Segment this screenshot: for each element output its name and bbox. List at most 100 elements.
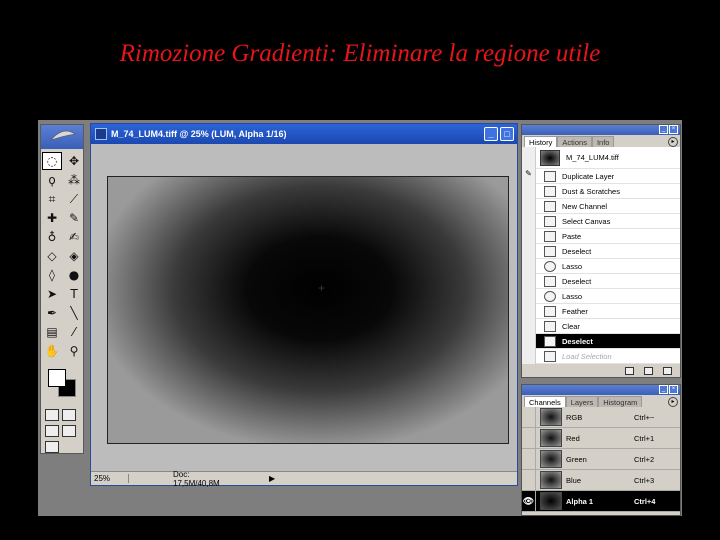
panel-menu-icon[interactable]: ▸ bbox=[668, 137, 678, 147]
channel-thumbnail bbox=[540, 492, 562, 510]
history-state[interactable]: Dust & Scratches bbox=[522, 183, 680, 199]
channel-row[interactable]: 👁 Alpha 1 Ctrl+4 bbox=[522, 491, 680, 512]
snapshot-source-checkbox[interactable] bbox=[522, 146, 536, 169]
history-source-checkbox[interactable] bbox=[522, 333, 536, 349]
panel-minimize-button[interactable]: _ bbox=[659, 385, 668, 394]
history-snapshot[interactable]: M_74_LUM4.tiff bbox=[522, 146, 680, 169]
pen-tool-icon[interactable]: ✒ bbox=[42, 304, 62, 322]
document-titlebar[interactable]: M_74_LUM4.tiff @ 25% (LUM, Alpha 1/16) _… bbox=[91, 124, 517, 144]
visibility-eye-icon[interactable] bbox=[522, 449, 536, 469]
history-source-checkbox[interactable] bbox=[522, 318, 536, 334]
history-brush-source-icon[interactable]: ✎ bbox=[522, 168, 536, 184]
history-source-checkbox[interactable] bbox=[522, 303, 536, 319]
history-step-icon bbox=[544, 275, 556, 287]
history-state[interactable]: Feather bbox=[522, 303, 680, 319]
foreground-color[interactable] bbox=[48, 369, 66, 387]
history-panel-titlebar[interactable]: _ × bbox=[522, 125, 680, 135]
history-state[interactable]: Lasso bbox=[522, 258, 680, 274]
jump-to-imageready-icon[interactable] bbox=[45, 441, 59, 453]
channel-row[interactable]: Blue Ctrl+3 bbox=[522, 470, 680, 491]
history-state[interactable]: ✎ Duplicate Layer bbox=[522, 168, 680, 184]
channel-row[interactable]: Red Ctrl+1 bbox=[522, 428, 680, 449]
quickmask-mode-icon[interactable] bbox=[62, 409, 76, 421]
magic-wand-tool-icon[interactable]: ⁂ bbox=[64, 171, 84, 189]
status-menu-arrow-icon[interactable]: ▶ bbox=[229, 474, 275, 483]
history-source-checkbox[interactable] bbox=[522, 243, 536, 259]
notes-tool-icon[interactable]: ▤ bbox=[42, 323, 62, 341]
line-tool-icon[interactable]: ╲ bbox=[64, 304, 84, 322]
history-source-checkbox[interactable] bbox=[522, 228, 536, 244]
type-tool-icon[interactable]: T bbox=[64, 285, 84, 303]
healing-tool-icon[interactable]: ✚ bbox=[42, 209, 62, 227]
history-state[interactable]: Load Selection bbox=[522, 348, 680, 364]
panel-close-button[interactable]: × bbox=[669, 125, 678, 134]
eyedropper-tool-icon[interactable]: ⁄ bbox=[64, 323, 84, 341]
channel-name: Green bbox=[566, 454, 587, 464]
eraser-tool-icon[interactable]: ◇ bbox=[42, 247, 62, 265]
bucket-tool-icon[interactable]: ◈ bbox=[64, 247, 84, 265]
screen-mode-row bbox=[41, 423, 83, 439]
minimize-button[interactable]: _ bbox=[484, 127, 498, 141]
blur-tool-icon[interactable]: ◊ bbox=[42, 266, 62, 284]
history-brush-tool-icon[interactable]: ✍ bbox=[64, 228, 84, 246]
tab-info[interactable]: Info bbox=[591, 136, 615, 147]
lasso-tool-icon[interactable]: ϙ bbox=[42, 171, 62, 189]
new-document-icon[interactable] bbox=[625, 366, 634, 375]
history-state[interactable]: New Channel bbox=[522, 198, 680, 214]
dodge-tool-icon[interactable]: ● bbox=[64, 266, 84, 284]
crop-tool-icon[interactable]: ⌗ bbox=[42, 190, 62, 208]
panel-minimize-button[interactable]: _ bbox=[659, 125, 668, 134]
fullscreen-mode-icon[interactable] bbox=[62, 425, 76, 437]
tab-layers[interactable]: Layers bbox=[565, 396, 599, 407]
history-source-checkbox[interactable] bbox=[522, 213, 536, 229]
hand-tool-icon[interactable]: ✋ bbox=[42, 342, 62, 360]
channels-panel-titlebar[interactable]: _ × bbox=[522, 385, 680, 395]
history-source-checkbox[interactable] bbox=[522, 258, 536, 274]
marquee-tool-icon[interactable]: ◌ bbox=[42, 152, 62, 170]
channel-shortcut: Ctrl+2 bbox=[634, 454, 655, 464]
history-state[interactable]: Lasso bbox=[522, 288, 680, 304]
color-swatches[interactable] bbox=[43, 367, 81, 403]
standard-mode-icon[interactable] bbox=[45, 409, 59, 421]
photoshop-doc-icon bbox=[95, 128, 107, 140]
history-state[interactable]: Deselect bbox=[522, 273, 680, 289]
zoom-tool-icon[interactable]: ⚲ bbox=[64, 342, 84, 360]
brush-tool-icon[interactable]: ✎ bbox=[64, 209, 84, 227]
history-source-checkbox[interactable] bbox=[522, 348, 536, 364]
camera-snapshot-icon[interactable] bbox=[644, 366, 653, 375]
history-state[interactable]: Deselect bbox=[522, 243, 680, 259]
tool-grid: ◌ ✥ ϙ ⁂ ⌗ ⟋ ✚ ✎ ♁ ✍ ◇ ◈ ◊ ● ➤ T ✒ ╲ ▤ ⁄ ✋ ⚲ bbox=[41, 149, 83, 363]
panel-close-button[interactable]: × bbox=[669, 385, 678, 394]
maximize-button[interactable]: □ bbox=[500, 127, 514, 141]
screen-mode-icon[interactable] bbox=[45, 425, 59, 437]
move-tool-icon[interactable]: ✥ bbox=[64, 152, 84, 170]
history-items: ✎ Duplicate Layer Dust & Scratches New Chan… bbox=[522, 168, 680, 364]
visibility-eye-icon[interactable]: 👁 bbox=[522, 491, 536, 511]
slice-tool-icon[interactable]: ⟋ bbox=[64, 190, 84, 208]
history-source-checkbox[interactable] bbox=[522, 288, 536, 304]
channel-row[interactable]: Green Ctrl+2 bbox=[522, 449, 680, 470]
history-state[interactable]: Deselect bbox=[522, 333, 680, 349]
history-source-checkbox[interactable] bbox=[522, 273, 536, 289]
panel-menu-icon[interactable]: ▸ bbox=[668, 397, 678, 407]
history-source-checkbox[interactable] bbox=[522, 198, 536, 214]
channel-thumbnail bbox=[540, 471, 562, 489]
history-state[interactable]: Select Canvas bbox=[522, 213, 680, 229]
history-state[interactable]: Clear bbox=[522, 318, 680, 334]
zoom-level[interactable]: 25% bbox=[91, 474, 129, 483]
tab-history[interactable]: History bbox=[524, 136, 558, 147]
history-state[interactable]: Paste bbox=[522, 228, 680, 244]
channel-row[interactable]: RGB Ctrl+~ bbox=[522, 407, 680, 428]
history-source-checkbox[interactable] bbox=[522, 183, 536, 199]
image-canvas[interactable]: + bbox=[107, 176, 509, 444]
history-step-icon bbox=[544, 170, 556, 182]
trash-icon[interactable] bbox=[663, 366, 672, 375]
tab-channels[interactable]: Channels bbox=[524, 396, 566, 407]
tab-actions[interactable]: Actions bbox=[557, 136, 592, 147]
path-select-tool-icon[interactable]: ➤ bbox=[42, 285, 62, 303]
tab-histogram[interactable]: Histogram bbox=[598, 396, 643, 407]
visibility-eye-icon[interactable] bbox=[522, 470, 536, 490]
stamp-tool-icon[interactable]: ♁ bbox=[42, 228, 62, 246]
visibility-eye-icon[interactable] bbox=[522, 428, 536, 448]
visibility-eye-icon[interactable] bbox=[522, 407, 536, 427]
